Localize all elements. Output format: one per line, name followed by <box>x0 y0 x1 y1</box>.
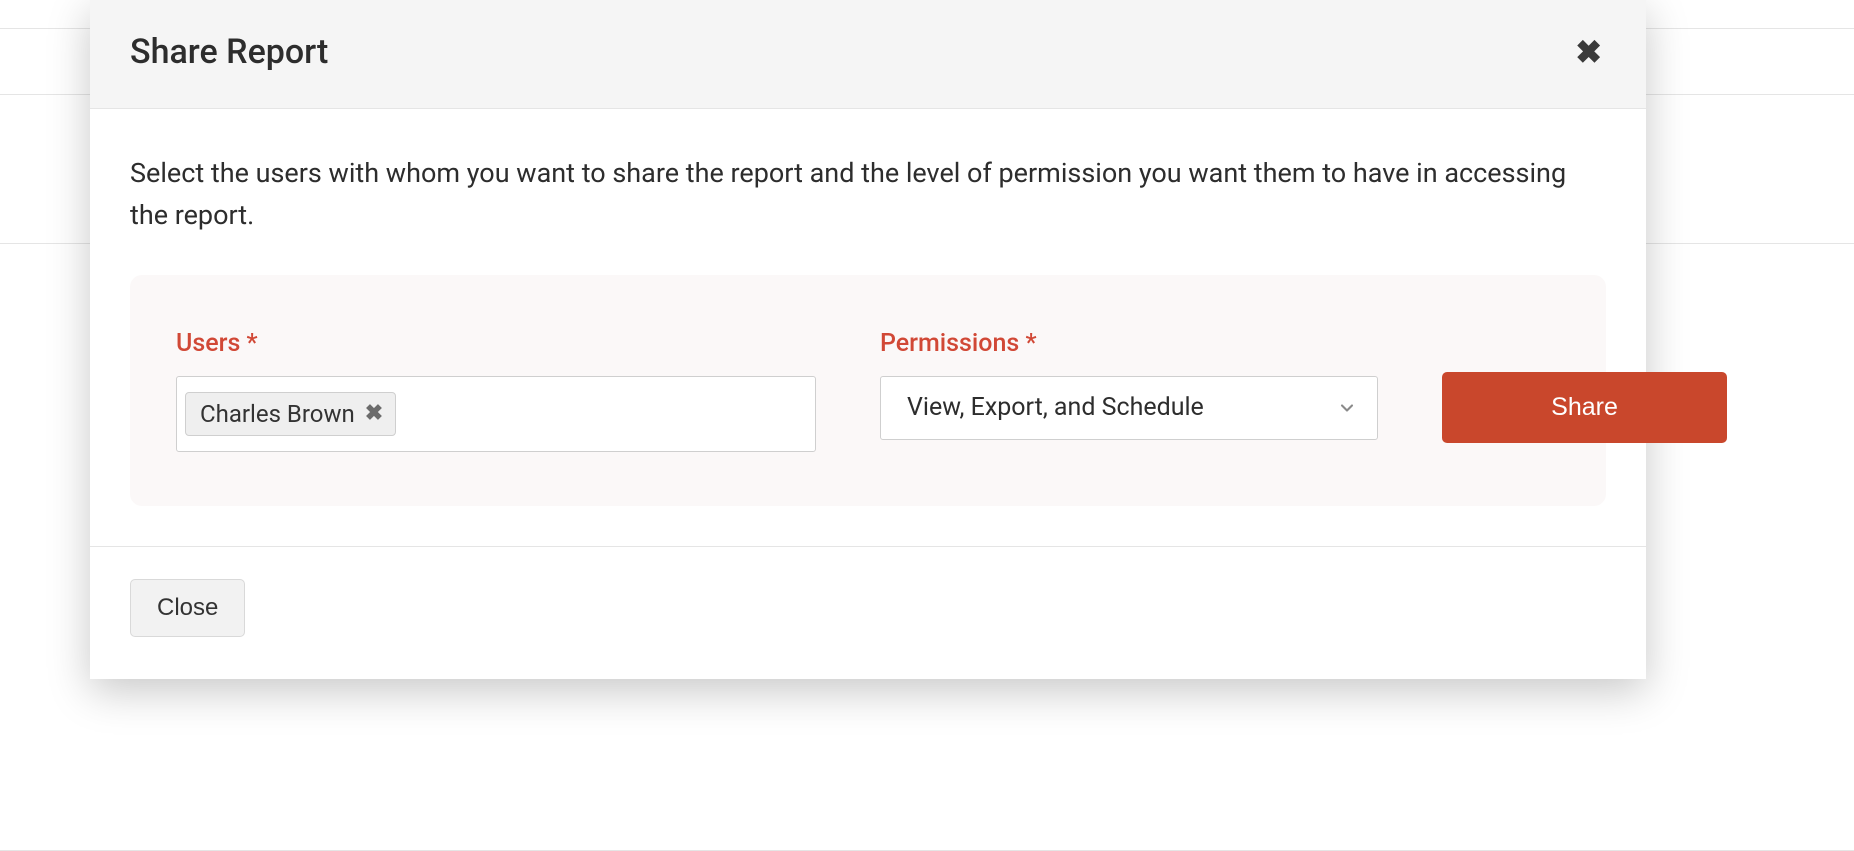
modal-title: Share Report <box>130 32 328 72</box>
form-panel: Users * Charles Brown ✖ Permissions * Vi… <box>130 275 1606 506</box>
permissions-label: Permissions * <box>880 329 1378 358</box>
permissions-select[interactable]: View, Export, and Schedule <box>880 376 1378 440</box>
modal-footer: Close <box>90 546 1646 679</box>
users-input[interactable]: Charles Brown ✖ <box>176 376 816 452</box>
required-asterisk: * <box>1025 329 1036 358</box>
permissions-label-text: Permissions <box>880 329 1019 358</box>
users-label-text: Users <box>176 329 240 358</box>
modal-header: Share Report ✖ <box>90 0 1646 109</box>
users-label: Users * <box>176 329 816 358</box>
close-button[interactable]: Close <box>130 579 245 637</box>
close-icon[interactable]: ✖ <box>1571 32 1606 72</box>
remove-user-icon[interactable]: ✖ <box>365 403 383 425</box>
share-action-col: Share <box>1442 329 1727 443</box>
share-report-modal: Share Report ✖ Select the users with who… <box>90 0 1646 679</box>
permissions-field: Permissions * View, Export, and Schedule <box>880 329 1378 440</box>
permissions-value: View, Export, and Schedule <box>907 393 1204 422</box>
share-button[interactable]: Share <box>1442 372 1727 443</box>
user-tag: Charles Brown ✖ <box>185 392 396 436</box>
modal-description: Select the users with whom you want to s… <box>130 153 1606 237</box>
users-field: Users * Charles Brown ✖ <box>176 329 816 452</box>
modal-body: Select the users with whom you want to s… <box>90 109 1646 546</box>
chevron-down-icon <box>1337 398 1357 418</box>
user-tag-label: Charles Brown <box>200 400 355 428</box>
required-asterisk: * <box>247 329 258 358</box>
